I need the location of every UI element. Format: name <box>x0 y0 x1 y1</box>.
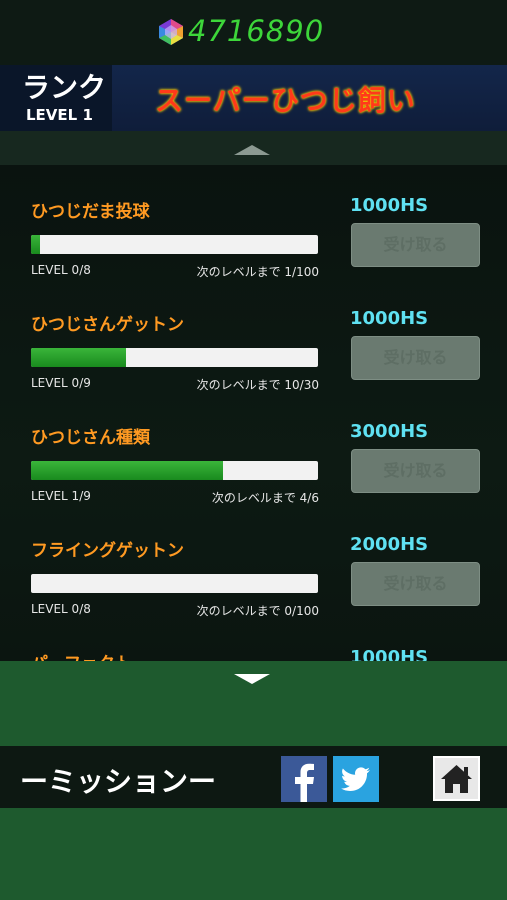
mission-item: フライングゲットン 2000HS LEVEL 0/8 次のレベルまで 0/100… <box>0 514 507 627</box>
twitter-icon[interactable] <box>333 756 379 802</box>
mission-item: ひつじさん種類 3000HS LEVEL 1/9 次のレベルまで 4/6 受け取… <box>0 401 507 514</box>
scroll-up-arrow-icon[interactable] <box>234 145 270 155</box>
progress-bar <box>31 461 318 480</box>
home-icon <box>441 765 472 793</box>
mission-reward: 3000HS <box>350 421 429 442</box>
progress-fill <box>31 348 126 367</box>
progress-bar <box>31 235 318 254</box>
mission-item: パーフェクト 1000HS <box>0 627 507 661</box>
mission-name: ひつじさんゲットン <box>31 315 184 335</box>
mission-reward: 2000HS <box>350 534 429 555</box>
claim-button[interactable]: 受け取る <box>351 562 480 606</box>
mission-name: フライングゲットン <box>31 541 184 561</box>
claim-button[interactable]: 受け取る <box>351 223 480 267</box>
mission-name: パーフェクト <box>31 649 132 661</box>
next-level-progress: 次のレベルまで 0/100 <box>196 604 319 618</box>
claim-button[interactable]: 受け取る <box>351 449 480 493</box>
claim-button[interactable]: 受け取る <box>351 336 480 380</box>
progress-fill <box>31 461 224 480</box>
mission-item: ひつじだま投球 1000HS LEVEL 0/8 次のレベルまで 1/100 受… <box>0 175 507 288</box>
next-level-progress: 次のレベルまで 4/6 <box>211 491 319 505</box>
facebook-icon[interactable] <box>281 756 327 802</box>
next-level-progress: 次のレベルまで 1/100 <box>196 265 319 279</box>
mission-level: LEVEL 0/8 <box>31 602 91 616</box>
home-button[interactable] <box>433 756 480 801</box>
mission-name: ひつじさん種類 <box>31 428 150 448</box>
mission-reward: 1000HS <box>350 195 429 216</box>
progress-bar <box>31 348 318 367</box>
mission-reward: 1000HS <box>350 647 429 661</box>
mission-reward: 1000HS <box>350 308 429 329</box>
game-title: スーパーひつじ飼い <box>155 84 416 117</box>
currency-amount: 4716890 <box>188 14 325 48</box>
mission-name: ひつじだま投球 <box>31 202 150 222</box>
rank-label: ランク <box>22 71 107 104</box>
rainbow-gem-icon <box>159 19 183 45</box>
scroll-down-arrow-icon[interactable] <box>234 674 270 684</box>
progress-bar <box>31 574 318 593</box>
mission-title: ーミッションー <box>20 765 217 798</box>
next-level-progress: 次のレベルまで 10/30 <box>196 378 319 392</box>
mission-level: LEVEL 0/8 <box>31 263 91 277</box>
mission-level: LEVEL 0/9 <box>31 376 91 390</box>
rank-level: LEVEL 1 <box>26 106 93 124</box>
mission-level: LEVEL 1/9 <box>31 489 91 503</box>
progress-fill <box>31 235 40 254</box>
mission-list[interactable]: ひつじだま投球 1000HS LEVEL 0/8 次のレベルまで 1/100 受… <box>0 165 507 661</box>
mission-item: ひつじさんゲットン 1000HS LEVEL 0/9 次のレベルまで 10/30… <box>0 288 507 401</box>
